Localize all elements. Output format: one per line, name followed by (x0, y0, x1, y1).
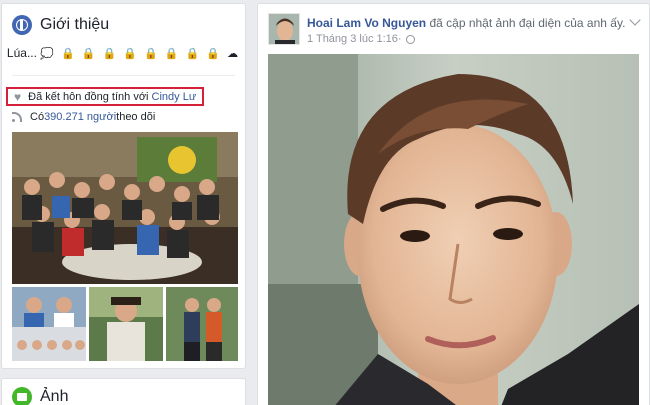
post-timestamp[interactable]: 1 Tháng 3 lúc 1:16 (307, 33, 398, 45)
globe-icon (12, 15, 32, 35)
post-meta: 1 Tháng 3 lúc 1:16 · (307, 33, 627, 45)
intro-card: Giới thiệu Lúa... 💭 🔒 🔒 🔒 🔒 🔒 🔒 🔒 🔒 ☁ ♥ … (1, 3, 246, 369)
photos-title: Ảnh (40, 388, 69, 405)
followers-suffix: theo dõi (116, 111, 156, 123)
meta-separator: · (397, 33, 402, 45)
relationship-row: ♥ Đã kết hôn đồng tính với Cindy Lư (6, 87, 204, 106)
author-name-link[interactable]: Hoai Lam Vo Nguyen (307, 16, 426, 30)
thumbnail-photo-3[interactable] (166, 287, 238, 361)
photo-icon (12, 387, 32, 405)
author-avatar[interactable] (268, 13, 300, 45)
relationship-prefix: Đã kết hôn đồng tính với (28, 90, 152, 103)
intro-header: Giới thiệu (12, 14, 109, 36)
bio-emoji: 💭 🔒 🔒 🔒 🔒 🔒 🔒 🔒 🔒 ☁ (40, 48, 241, 60)
featured-photo-group[interactable] (12, 132, 238, 284)
post-headline: Hoai Lam Vo Nguyen đã cập nhật ảnh đại d… (307, 16, 627, 30)
post-action-text: đã cập nhật ảnh đại diện của anh ấy. (426, 16, 626, 30)
followers-row: Có 390.271 người theo dõi (12, 111, 155, 123)
followers-prefix: Có (30, 111, 45, 123)
post-card: Hoai Lam Vo Nguyen đã cập nhật ảnh đại d… (257, 3, 650, 405)
bio-text: Lúa... 💭 🔒 🔒 🔒 🔒 🔒 🔒 🔒 🔒 ☁ (2, 46, 245, 70)
heart-icon: ♥ (14, 89, 22, 104)
partner-link[interactable]: Cindy Lư (152, 91, 197, 103)
profile-photo[interactable] (268, 54, 639, 405)
photos-header[interactable]: Ảnh (12, 387, 68, 405)
divider (12, 75, 235, 76)
chevron-down-icon[interactable] (629, 14, 641, 26)
followers-link[interactable]: 390.271 người (44, 111, 116, 123)
photos-card: Ảnh (1, 378, 246, 405)
relationship-text: Đã kết hôn đồng tính với Cindy Lư (28, 91, 196, 103)
thumbnail-photo-1[interactable] (12, 287, 86, 361)
intro-title: Giới thiệu (40, 16, 110, 33)
post-header: Hoai Lam Vo Nguyen đã cập nhật ảnh đại d… (307, 16, 627, 45)
bio-label: Lúa... (6, 46, 37, 60)
rss-icon (12, 112, 22, 122)
thumbnail-photo-2[interactable] (89, 287, 163, 361)
globe-small-icon (405, 34, 415, 44)
